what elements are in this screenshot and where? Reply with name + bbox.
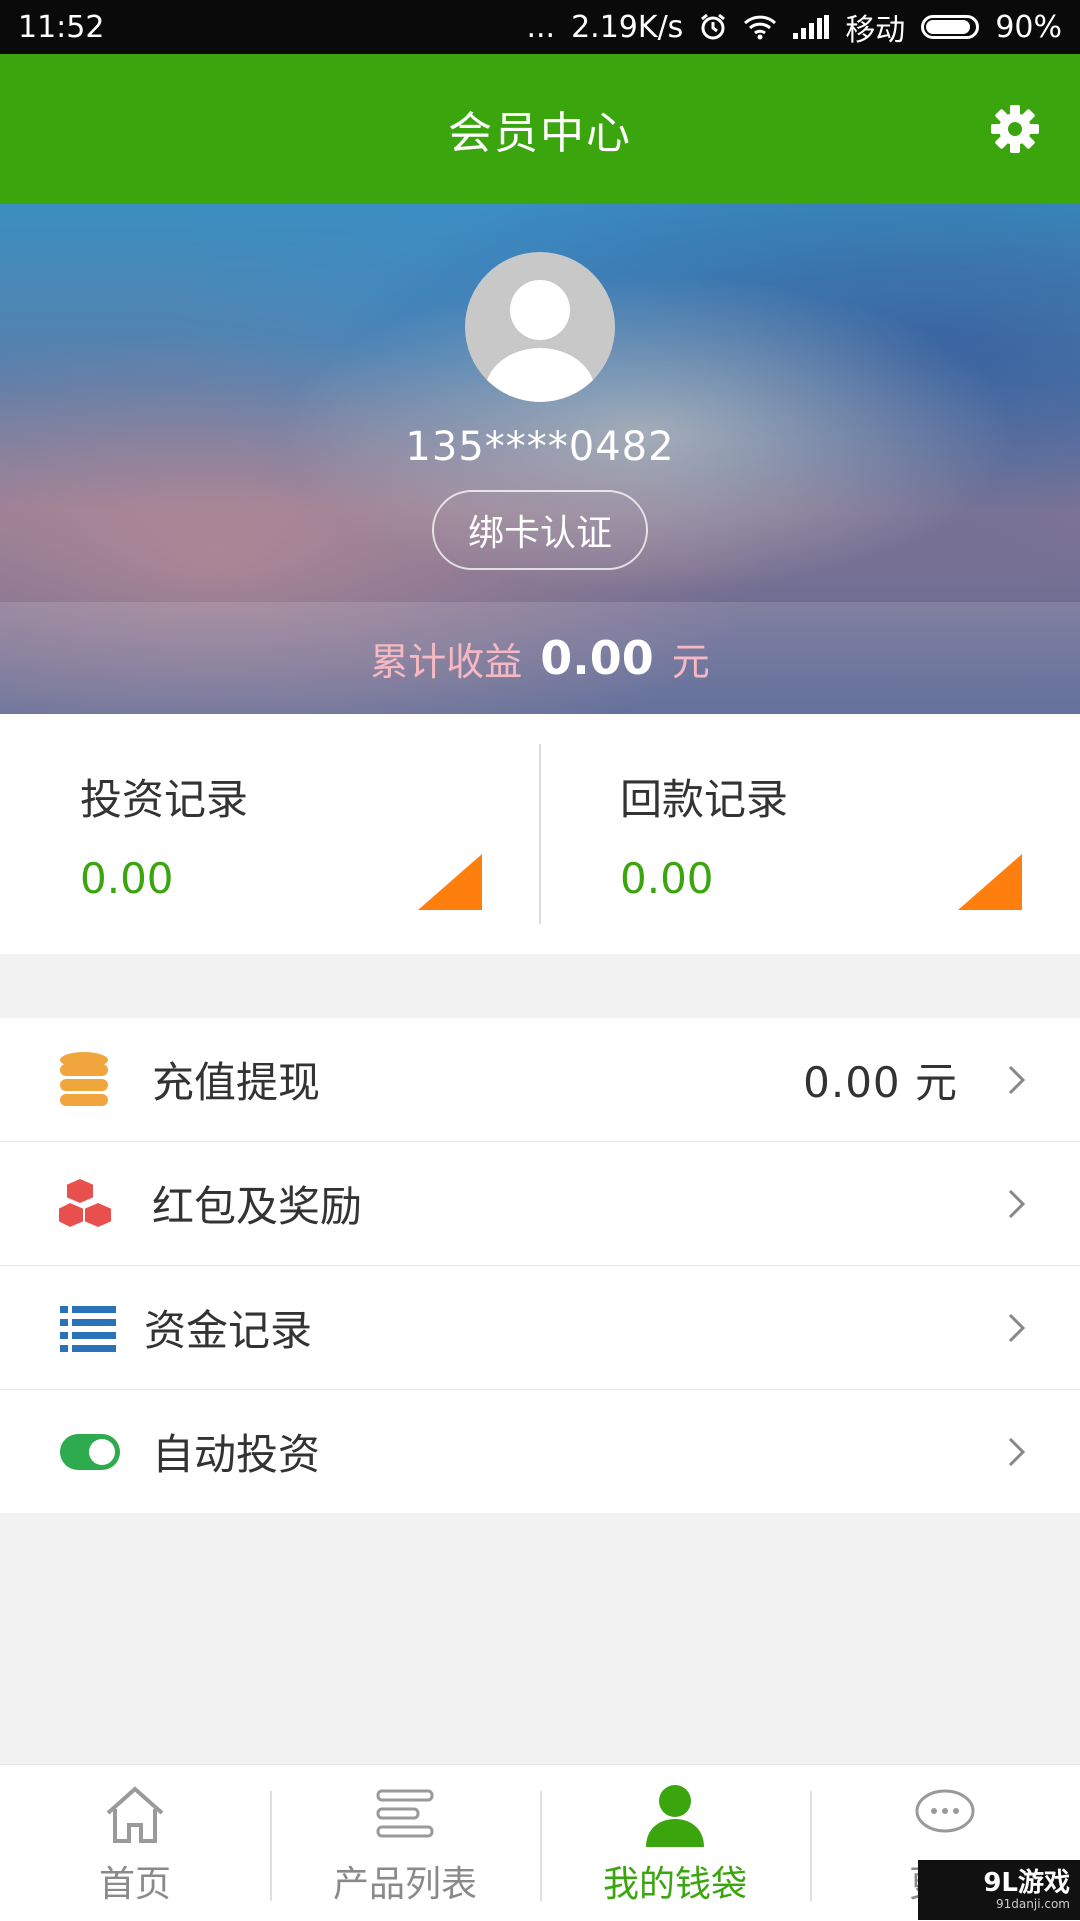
- chevron-right-icon: [1008, 1437, 1026, 1466]
- network-speed: 2.19K/s: [571, 9, 684, 45]
- menu-item-auto-invest[interactable]: 自动投资: [0, 1390, 1080, 1513]
- menu-item-fund-record[interactable]: 资金记录: [0, 1266, 1080, 1390]
- earnings-value: 0.00: [540, 631, 654, 685]
- status-time: 11:52: [18, 9, 105, 45]
- list-icon: [60, 1305, 116, 1352]
- watermark-main: 9L游戏: [983, 1868, 1070, 1898]
- nav-product-list[interactable]: 产品列表: [270, 1765, 540, 1921]
- bind-card-button[interactable]: 绑卡认证: [432, 490, 648, 570]
- menu-list: 充值提现 0.00 元 红包及奖励 资金记录 自动投资: [0, 1018, 1080, 1513]
- chevron-right-icon: [1008, 1189, 1026, 1218]
- record-value: 0.00: [620, 854, 714, 903]
- watermark: 9L游戏 91danji.com: [918, 1860, 1080, 1920]
- avatar[interactable]: [465, 252, 615, 402]
- chevron-right-icon: [1008, 1065, 1026, 1094]
- menu-label: 资金记录: [144, 1306, 313, 1355]
- nav-label: 首页: [98, 1864, 171, 1905]
- record-title: 投资记录: [80, 775, 249, 824]
- records-card: 投资记录 0.00 回款记录 0.00: [0, 714, 1080, 954]
- corner-triangle-icon: [418, 854, 482, 910]
- battery-icon: [921, 15, 980, 39]
- record-value: 0.00: [80, 854, 174, 903]
- carrier-label: 移动: [845, 13, 906, 48]
- alarm-icon: [699, 13, 727, 41]
- menu-label: 自动投资: [152, 1430, 321, 1479]
- repayment-record[interactable]: 回款记录 0.00: [540, 714, 1080, 954]
- earnings-bar: 累计收益 0.00 元: [0, 602, 1080, 714]
- earnings-unit: 元: [671, 639, 710, 684]
- signal-icon: [793, 15, 830, 39]
- battery-percent: 90%: [995, 9, 1062, 45]
- gear-icon[interactable]: [990, 104, 1040, 154]
- profile-hero: 135****0482 绑卡认证 累计收益 0.00 元: [0, 204, 1080, 714]
- record-title: 回款记录: [620, 775, 789, 824]
- balance-value: 0.00 元: [803, 1058, 958, 1107]
- toggle-icon: [60, 1433, 120, 1470]
- corner-triangle-icon: [958, 854, 1022, 910]
- chevron-right-icon: [1008, 1313, 1026, 1342]
- wifi-icon: [743, 14, 777, 40]
- nav-label: 我的钱袋: [602, 1864, 747, 1905]
- menu-label: 充值提现: [152, 1058, 321, 1107]
- more-icon: [915, 1789, 975, 1833]
- page-title: 会员中心: [448, 108, 632, 159]
- home-icon: [106, 1786, 164, 1843]
- product-list-icon: [376, 1789, 434, 1838]
- user-phone: 135****0482: [405, 424, 675, 470]
- status-icons: ... 2.19K/s 移动 90%: [526, 5, 1062, 49]
- watermark-sub: 91danji.com: [996, 1897, 1070, 1911]
- earnings-label: 累计收益: [370, 639, 523, 684]
- menu-item-red-packet[interactable]: 红包及奖励: [0, 1142, 1080, 1266]
- boxes-icon: [58, 1176, 113, 1229]
- nav-home[interactable]: 首页: [0, 1765, 270, 1921]
- status-bar: 11:52 ... 2.19K/s 移动 90%: [0, 0, 1080, 54]
- status-dots: ...: [526, 9, 556, 45]
- menu-label: 红包及奖励: [152, 1182, 363, 1231]
- investment-record[interactable]: 投资记录 0.00: [0, 714, 540, 954]
- user-icon: [646, 1785, 704, 1847]
- nav-label: 产品列表: [332, 1864, 477, 1905]
- menu-item-recharge[interactable]: 充值提现 0.00 元: [0, 1018, 1080, 1142]
- nav-my-wallet[interactable]: 我的钱袋: [540, 1765, 810, 1921]
- app-header: 会员中心: [0, 54, 1080, 204]
- coins-icon: [60, 1051, 108, 1106]
